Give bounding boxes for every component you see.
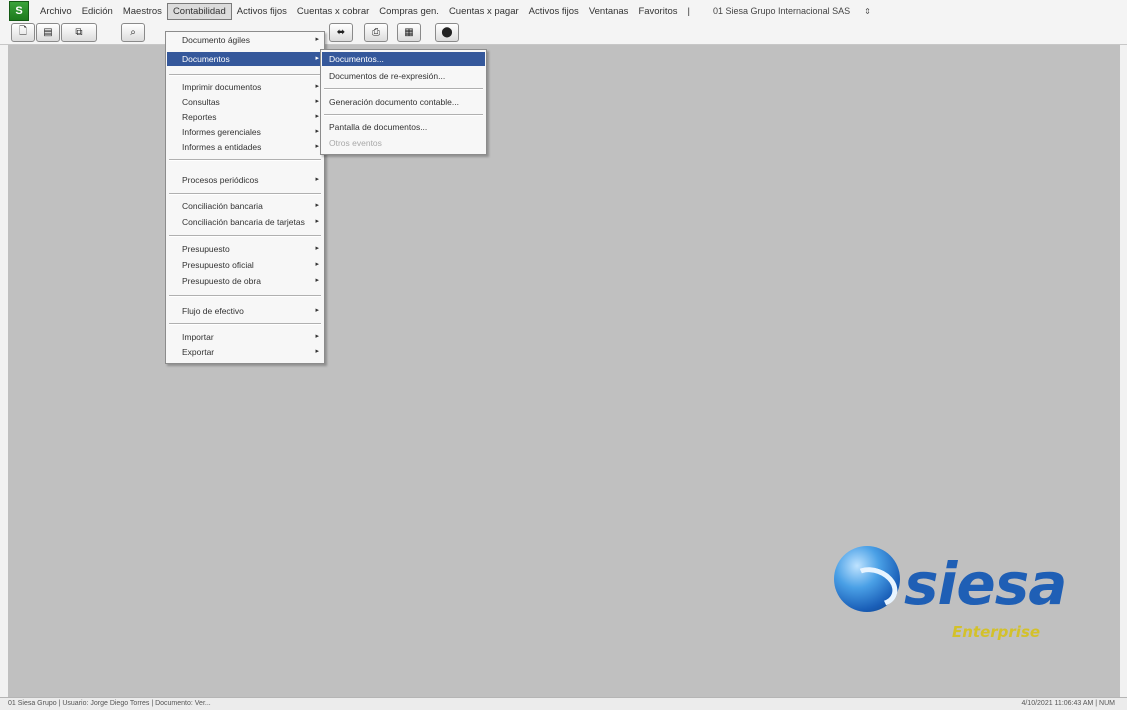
submenu-arrow-icon: ▸: [315, 36, 319, 43]
menu-item-presupuesto[interactable]: Presupuesto ▸: [167, 242, 323, 256]
menu-item-imprimir-documentos[interactable]: Imprimir documentos ▸: [167, 80, 323, 94]
company-selector[interactable]: 01 Siesa Grupo Internacional SAS ⇕: [713, 4, 871, 18]
documentos-submenu: Documentos... Documentos de re-expresión…: [320, 49, 487, 155]
navigate-button[interactable]: ⬌: [329, 23, 353, 42]
menu-separator: [169, 323, 321, 325]
menu-activos-fijos[interactable]: Activos fijos: [524, 4, 584, 19]
menu-favoritos[interactable]: Favoritos: [633, 4, 682, 19]
submenu-arrow-icon: ▸: [315, 55, 319, 62]
menu-item-label: Documento ágiles: [182, 35, 251, 45]
menu-item-label: Conciliación bancaria de tarjetas: [182, 217, 305, 227]
menu-separator: [169, 193, 321, 195]
menu-separator: [169, 295, 321, 297]
menu-item-label: Presupuesto oficial: [182, 260, 254, 270]
exit-button[interactable]: ⬤: [435, 23, 459, 42]
submenu-arrow-icon: ▸: [315, 245, 319, 252]
submenu-arrow-icon: ▸: [315, 348, 319, 355]
menu-item-label: Presupuesto de obra: [182, 276, 261, 286]
menu-separator: [169, 235, 321, 237]
menu-separator: [324, 114, 483, 116]
menu-item-label: Procesos periódicos: [182, 175, 259, 185]
print-button[interactable]: ⎙: [364, 23, 388, 42]
menu-item-documentos[interactable]: Documentos ▸: [167, 52, 323, 66]
menu-item-label: Conciliación bancaria: [182, 201, 263, 211]
menu-separator: [169, 159, 321, 161]
menu-item-importar[interactable]: Importar ▸: [167, 330, 323, 344]
submenu-arrow-icon: ▸: [315, 261, 319, 268]
submenu-arrow-icon: ▸: [315, 83, 319, 90]
open-button[interactable]: ▤: [36, 23, 60, 42]
menu-activos[interactable]: Activos fijos: [232, 4, 292, 19]
company-name: 01 Siesa Grupo Internacional SAS: [713, 6, 851, 16]
grid-button[interactable]: ▦: [397, 23, 421, 42]
menu-item-label: Informes gerenciales: [182, 127, 261, 137]
status-right: 4/10/2021 11:06:43 AM | NUM: [1021, 700, 1115, 707]
submenu-arrow-icon: ▸: [315, 218, 319, 225]
menu-item-label: Reportes: [182, 112, 217, 122]
status-left: 01 Siesa Grupo | Usuario: Jorge Diego To…: [8, 700, 211, 707]
copy-button[interactable]: ⧉: [61, 23, 97, 42]
menu-item-exportar[interactable]: Exportar ▸: [167, 345, 323, 359]
menu-item-label: Presupuesto: [182, 244, 230, 254]
menu-item-conciliacion-bancaria[interactable]: Conciliación bancaria ▸: [167, 199, 323, 213]
menu-item-label: Consultas: [182, 97, 220, 107]
submenu-arrow-icon: ▸: [315, 307, 319, 314]
menu-ventanas[interactable]: Ventanas: [584, 4, 634, 19]
menu-item-label: Importar: [182, 332, 214, 342]
submenu-arrow-icon: ▸: [315, 113, 319, 120]
menu-cuentas-pagar[interactable]: Cuentas x pagar: [444, 4, 524, 19]
submenu-arrow-icon: ▸: [315, 333, 319, 340]
status-bar: 01 Siesa Grupo | Usuario: Jorge Diego To…: [0, 697, 1127, 710]
menu-item-presupuesto-oficial[interactable]: Presupuesto oficial ▸: [167, 258, 323, 272]
menu-item-conciliacion-tarjetas[interactable]: Conciliación bancaria de tarjetas ▸: [167, 215, 323, 229]
logo-subtitle: Enterprise: [952, 623, 1041, 641]
menu-edicion[interactable]: Edición: [77, 4, 118, 19]
menu-item-flujo-efectivo[interactable]: Flujo de efectivo ▸: [167, 304, 323, 318]
submenu-arrow-icon: ▸: [315, 128, 319, 135]
menu-maestros[interactable]: Maestros: [118, 4, 167, 19]
submenu-arrow-icon: ▸: [315, 202, 319, 209]
swoosh-icon: [843, 560, 903, 614]
app-logo-icon[interactable]: S: [9, 1, 29, 21]
menu-separator: [169, 74, 321, 76]
search-button[interactable]: ⌕: [121, 23, 145, 42]
submenu-arrow-icon: ▸: [315, 98, 319, 105]
menu-item-informes-entidades[interactable]: Informes a entidades ▸: [167, 140, 323, 154]
menu-item-label: Imprimir documentos: [182, 82, 262, 92]
submenu-arrow-icon: ▸: [315, 176, 319, 183]
submenu-item-otros-eventos: Otros eventos: [329, 138, 382, 148]
submenu-arrow-icon: ▸: [315, 277, 319, 284]
menu-archivo[interactable]: Archivo: [35, 4, 77, 19]
menu-item-consultas[interactable]: Consultas ▸: [167, 95, 323, 109]
menu-item-label: Flujo de efectivo: [182, 306, 244, 316]
menu-contabilidad[interactable]: Contabilidad: [166, 2, 232, 20]
submenu-item-pantalla-documentos[interactable]: Pantalla de documentos...: [322, 120, 485, 134]
menu-item-procesos-periodicos[interactable]: Procesos periódicos ▸: [167, 173, 323, 187]
menu-item-label: Documentos: [182, 54, 230, 64]
submenu-item-generacion-contable[interactable]: Generación documento contable...: [322, 95, 485, 109]
menu-item-informes-gerenciales[interactable]: Informes gerenciales ▸: [167, 125, 323, 139]
submenu-item-reexpresion[interactable]: Documentos de re-expresión...: [322, 69, 485, 83]
submenu-item-documentos[interactable]: Documentos...: [322, 52, 485, 66]
new-document-button[interactable]: 🗋: [11, 23, 35, 42]
siesa-sphere-icon: [834, 546, 903, 614]
menu-cuentas-cobrar[interactable]: Cuentas x cobrar: [292, 4, 374, 19]
menu-item-label: Exportar: [182, 347, 215, 357]
menu-compras[interactable]: Compras gen.: [374, 4, 444, 19]
menu-item-label: Informes a entidades: [182, 142, 262, 152]
contabilidad-menu: Documento ágiles ▸ Documentos ▸ Imprimir d…: [165, 31, 325, 364]
submenu-arrow-icon: ▸: [315, 143, 319, 150]
menu-separator: |: [687, 5, 690, 17]
menu-bar: S Archivo Edición Maestros Contabilidad …: [0, 0, 1127, 22]
siesa-logo: siesa Enterprise: [834, 540, 1120, 665]
menu-separator: [324, 88, 483, 90]
company-dropdown-icon[interactable]: ⇕: [864, 7, 871, 16]
menu-item-presupuesto-obra[interactable]: Presupuesto de obra ▸: [167, 274, 323, 288]
menu-item-reportes[interactable]: Reportes ▸: [167, 110, 323, 124]
logo-word: siesa: [904, 550, 1067, 618]
menu-item-documentos-agiles[interactable]: Documento ágiles ▸: [167, 33, 323, 47]
